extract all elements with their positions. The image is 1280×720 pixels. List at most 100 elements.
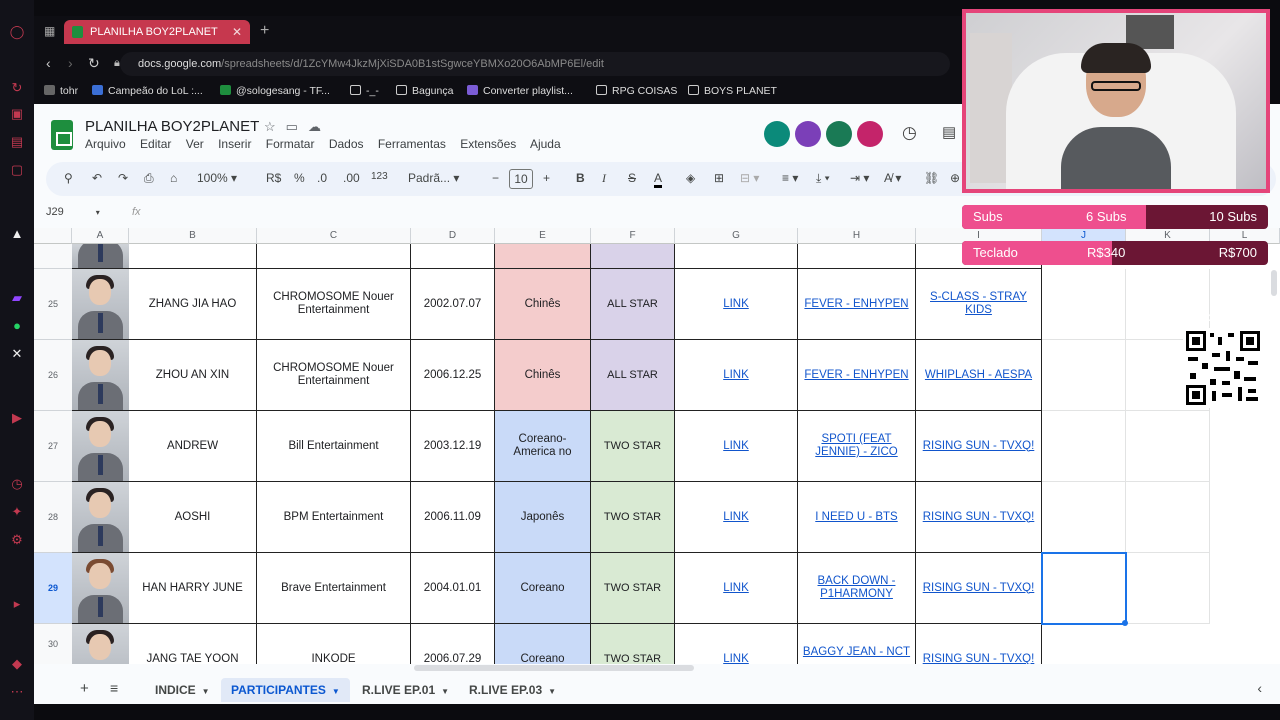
percent-button[interactable]: % bbox=[294, 171, 305, 185]
insert-link-icon[interactable]: ⛓ bbox=[924, 171, 939, 185]
strikethrough-button[interactable]: S bbox=[628, 171, 636, 185]
cell-song[interactable]: RISING SUN - TVXQ! bbox=[916, 624, 1042, 664]
table-cell[interactable] bbox=[1042, 340, 1126, 411]
cell-agency[interactable]: Brave Entertainment bbox=[257, 553, 411, 624]
cell-birthdate[interactable]: 2004.01.01 bbox=[411, 553, 495, 624]
table-cell[interactable] bbox=[1126, 411, 1210, 482]
table-cell[interactable] bbox=[1126, 482, 1210, 553]
avatar[interactable] bbox=[826, 121, 852, 147]
opera-logo-icon[interactable]: ◯ bbox=[9, 24, 25, 40]
increase-decimal-button[interactable]: .00 bbox=[343, 171, 360, 185]
increase-font-icon[interactable]: + bbox=[543, 171, 550, 185]
cell-agency[interactable]: CHROMOSOME Nouer Entertainment bbox=[257, 269, 411, 340]
table-cell[interactable] bbox=[411, 244, 495, 269]
cell-song[interactable]: FEVER - ENHYPEN bbox=[798, 269, 916, 340]
more-icon[interactable]: ⋯ bbox=[9, 684, 25, 700]
horizontal-scrollbar[interactable] bbox=[414, 665, 694, 671]
move-folder-icon[interactable]: ▭ bbox=[286, 119, 308, 134]
twitch-icon[interactable]: ▰ bbox=[9, 290, 25, 306]
row-header[interactable]: 30 bbox=[34, 624, 72, 664]
menu-inserir[interactable]: Inserir bbox=[218, 137, 251, 151]
font-select[interactable]: Padrã... ▾ bbox=[408, 171, 459, 185]
cell-tier[interactable]: ALL STAR bbox=[591, 340, 675, 411]
table-cell[interactable] bbox=[129, 244, 257, 269]
tv-icon[interactable]: ▢ bbox=[9, 162, 25, 178]
table-cell[interactable] bbox=[1042, 482, 1126, 553]
gx-icon[interactable]: ◆ bbox=[9, 656, 25, 672]
gallery-icon[interactable]: ▤ bbox=[9, 134, 25, 150]
cell-name[interactable]: ZHANG JIA HAO bbox=[129, 269, 257, 340]
text-color-button[interactable]: A bbox=[654, 171, 663, 188]
cell-link[interactable]: LINK bbox=[675, 269, 798, 340]
cell-birthdate[interactable]: 2003.12.19 bbox=[411, 411, 495, 482]
column-header-b[interactable]: B bbox=[129, 228, 257, 244]
cell-song[interactable]: FEVER - ENHYPEN bbox=[798, 340, 916, 411]
print-icon[interactable]: ⎙ bbox=[144, 171, 154, 186]
cell-song[interactable]: S-CLASS - STRAY KIDS bbox=[916, 269, 1042, 340]
currency-button[interactable]: R$ bbox=[266, 171, 281, 185]
cell-song[interactable]: BAGGY JEAN - NCT bbox=[798, 624, 916, 664]
cell-link[interactable]: LINK bbox=[675, 553, 798, 624]
cell-song[interactable]: I NEED U - BTS bbox=[798, 482, 916, 553]
document-title[interactable]: PLANILHA BOY2PLANET bbox=[85, 118, 259, 135]
aria-icon[interactable]: ▲ bbox=[9, 226, 25, 242]
cell-agency[interactable]: Bill Entertainment bbox=[257, 411, 411, 482]
cell-tier[interactable]: TWO STAR bbox=[591, 482, 675, 553]
menu-ferramentas[interactable]: Ferramentas bbox=[378, 137, 446, 151]
undo-icon[interactable]: ↶ bbox=[92, 171, 102, 185]
cell-song[interactable]: RISING SUN - TVXQ! bbox=[916, 553, 1042, 624]
column-header-h[interactable]: H bbox=[798, 228, 916, 244]
avatar[interactable] bbox=[764, 121, 790, 147]
cell-link[interactable]: LINK bbox=[675, 482, 798, 553]
cell-link[interactable]: LINK bbox=[675, 340, 798, 411]
back-icon[interactable]: ‹ bbox=[46, 55, 51, 71]
cell-nationality[interactable]: Coreano bbox=[495, 624, 591, 664]
url-field[interactable]: docs.google.com/spreadsheets/d/1ZcYMw4Jk… bbox=[120, 52, 950, 76]
menu-ver[interactable]: Ver bbox=[186, 137, 204, 151]
cell-tier[interactable]: ALL STAR bbox=[591, 269, 675, 340]
chevron-down-icon[interactable]: ▼ bbox=[548, 687, 556, 696]
cell-name[interactable]: JANG TAE YOON bbox=[129, 624, 257, 664]
cell-nationality[interactable]: Chinês bbox=[495, 340, 591, 411]
cell-birthdate[interactable]: 2002.07.07 bbox=[411, 269, 495, 340]
cell-agency[interactable]: BPM Entertainment bbox=[257, 482, 411, 553]
shop-icon[interactable]: ▣ bbox=[9, 106, 25, 122]
cell-song[interactable]: BACK DOWN - P1HARMONY bbox=[798, 553, 916, 624]
cell-nationality[interactable]: Japonês bbox=[495, 482, 591, 553]
cell-name[interactable]: ZHOU AN XIN bbox=[129, 340, 257, 411]
close-tab-icon[interactable]: ✕ bbox=[232, 20, 242, 44]
all-sheets-icon[interactable]: ≡ bbox=[110, 680, 118, 696]
column-header-d[interactable]: D bbox=[411, 228, 495, 244]
search-menus-icon[interactable]: ⚲ bbox=[64, 171, 73, 185]
sheet-tab-rlive-ep03[interactable]: R.LIVE EP.03 ▼ bbox=[459, 678, 566, 702]
table-cell[interactable] bbox=[675, 244, 798, 269]
cell-nationality[interactable]: Coreano bbox=[495, 553, 591, 624]
italic-button[interactable]: I bbox=[602, 171, 606, 186]
bookmark-item[interactable]: @sologesang - TF... bbox=[220, 85, 330, 97]
table-cell[interactable] bbox=[1042, 411, 1126, 482]
refresh-icon[interactable]: ↻ bbox=[9, 80, 25, 96]
row-header[interactable]: 29 bbox=[34, 553, 72, 624]
row-header[interactable] bbox=[34, 244, 72, 269]
avatar[interactable] bbox=[857, 121, 883, 147]
bold-button[interactable]: B bbox=[576, 171, 585, 185]
bookmark-item[interactable]: Converter playlist... bbox=[467, 85, 573, 97]
star-icon[interactable]: ☆ bbox=[264, 119, 286, 134]
text-wrap-icon[interactable]: ⇥ ▾ bbox=[850, 171, 869, 185]
menu-formatar[interactable]: Formatar bbox=[266, 137, 315, 151]
forward-icon[interactable]: › bbox=[68, 55, 73, 71]
table-cell[interactable] bbox=[1042, 269, 1126, 340]
cloud-status-icon[interactable]: ☁ bbox=[308, 119, 331, 134]
paint-format-icon[interactable]: ⌂ bbox=[170, 171, 177, 185]
new-tab-icon[interactable]: + bbox=[260, 22, 269, 40]
cell-song[interactable]: SPOTI (FEAT JENNIE) - ZICO bbox=[798, 411, 916, 482]
cell-name[interactable]: HAN HARRY JUNE bbox=[129, 553, 257, 624]
table-cell[interactable] bbox=[591, 244, 675, 269]
spreadsheet-grid[interactable]: 25 ZHANG JIA HAO CHROMOSOME Nouer Entert… bbox=[34, 244, 1280, 664]
vertical-scrollbar[interactable] bbox=[1271, 270, 1277, 296]
font-size-field[interactable]: 10 bbox=[509, 169, 533, 189]
tab-overview-icon[interactable]: ▦ bbox=[44, 24, 55, 38]
bookmark-item[interactable]: tohr bbox=[44, 85, 78, 97]
cell-link[interactable]: LINK bbox=[675, 624, 798, 664]
menu-ajuda[interactable]: Ajuda bbox=[530, 137, 561, 151]
